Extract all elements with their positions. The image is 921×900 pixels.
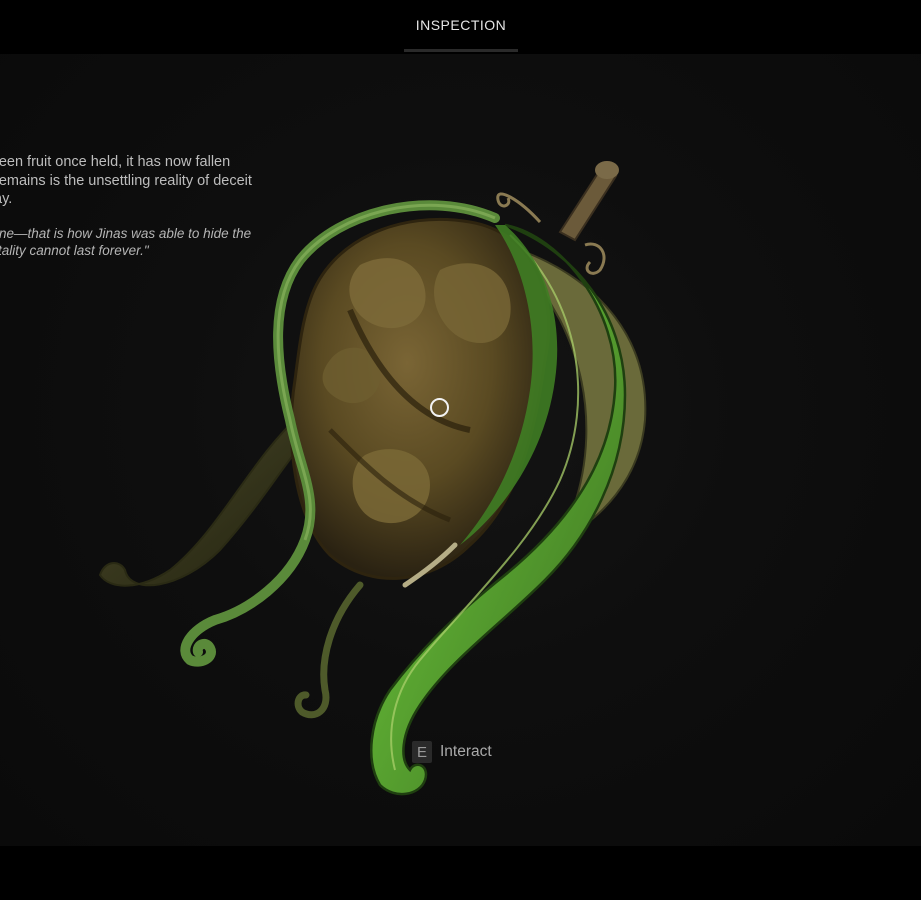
decayed-fruit-icon[interactable] — [0, 0, 921, 900]
crosshair-reticle-icon — [430, 398, 449, 417]
interact-label: Interact — [440, 743, 492, 760]
interact-prompt[interactable]: E Interact — [412, 741, 492, 763]
keycap-e: E — [412, 741, 432, 763]
bottom-bar — [0, 846, 921, 900]
